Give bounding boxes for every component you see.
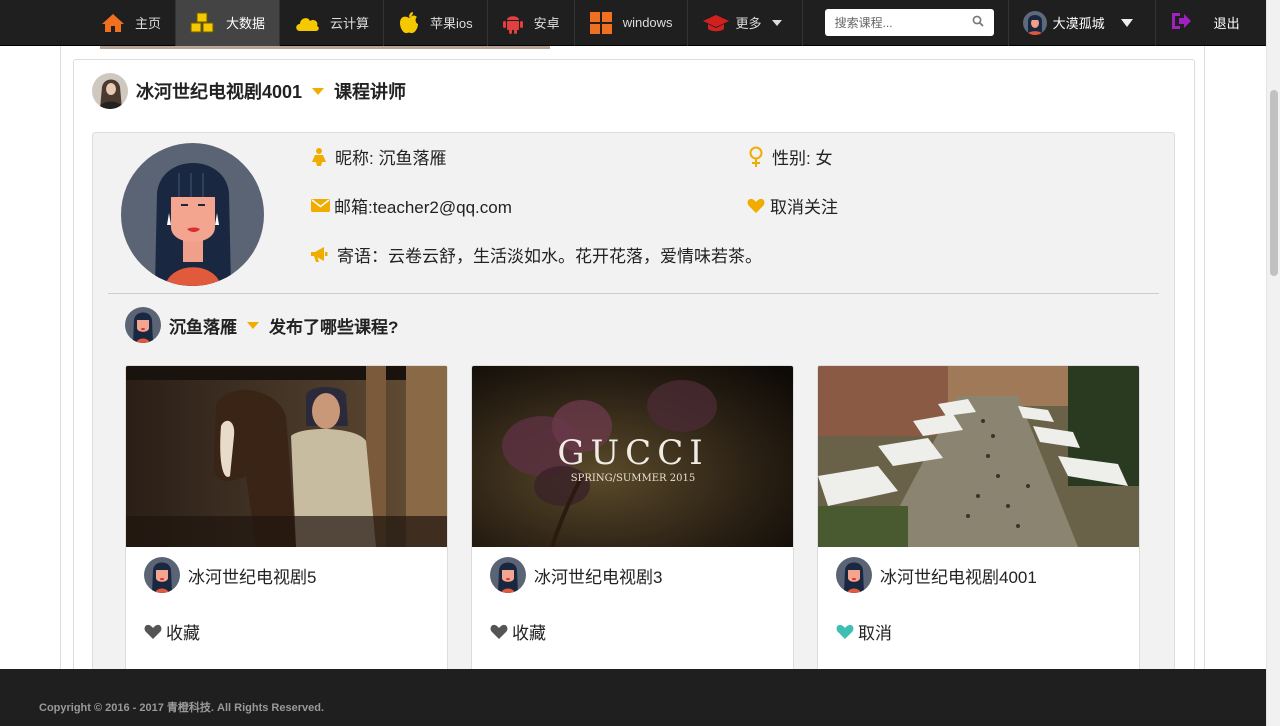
chevron-down-icon xyxy=(771,19,782,26)
course-title: 冰河世纪电视剧4001 xyxy=(136,82,303,102)
envelope-icon xyxy=(311,198,330,213)
apple-icon xyxy=(398,11,420,35)
heart-icon xyxy=(144,624,162,640)
thumb-title: GUCCI xyxy=(557,433,708,473)
teacher-name: 沉鱼落雁 xyxy=(169,317,237,337)
course-meta: 冰河世纪电视剧5 xyxy=(144,557,316,593)
course-avatar xyxy=(92,73,128,109)
course-title[interactable]: 冰河世纪电视剧4001 xyxy=(880,563,1037,588)
course-card[interactable]: 冰河世纪电视剧5 收藏 xyxy=(125,365,448,685)
search-icon[interactable] xyxy=(972,14,984,32)
thumb-subtitle: SPRING/SUMMER 2015 xyxy=(571,473,695,484)
teacher-gender: 性别: 女 xyxy=(748,144,832,169)
graduation-cap-icon xyxy=(702,13,730,33)
search-box xyxy=(824,9,994,36)
nav-item-label: 云计算 xyxy=(330,16,370,31)
divider xyxy=(108,293,1159,294)
search-input[interactable] xyxy=(834,15,972,30)
heart-icon xyxy=(747,198,765,214)
windows-icon xyxy=(589,11,613,35)
nav-item-label: 安卓 xyxy=(533,16,560,31)
course-thumbnail[interactable] xyxy=(818,366,1139,547)
course-card[interactable]: GUCCI SPRING/SUMMER 2015 冰河世纪电视剧3 收藏 xyxy=(471,365,794,685)
avatar xyxy=(125,307,161,343)
teacher-nickname: 昵称: 沉鱼落雁 xyxy=(311,144,446,169)
banner-edge xyxy=(100,46,550,49)
heart-icon xyxy=(490,624,508,640)
page-scrollbar[interactable] xyxy=(1266,0,1280,726)
published-question: 发布了哪些课程? xyxy=(269,317,399,337)
heart-icon xyxy=(836,624,854,640)
user-name: 大漠孤城 xyxy=(1052,16,1105,31)
avatar xyxy=(144,557,180,593)
published-header: 沉鱼落雁 发布了哪些课程? xyxy=(125,307,398,343)
gender-text: 性别: 女 xyxy=(772,149,833,168)
copyright-text: Copyright © 2016 - 2017 青橙科技. All Rights… xyxy=(39,702,325,714)
nav-item-label: windows xyxy=(622,15,673,30)
nav-item-bigdata[interactable]: 大数据 xyxy=(176,0,281,46)
avatar xyxy=(490,557,526,593)
caret-down-icon[interactable] xyxy=(247,321,259,329)
unfavorite-button[interactable]: 取消 xyxy=(836,619,892,644)
nav-item-android[interactable]: 安卓 xyxy=(488,0,575,46)
course-card[interactable]: 冰河世纪电视剧4001 取消 xyxy=(817,365,1140,685)
user-menu[interactable]: 大漠孤城 xyxy=(1007,0,1133,46)
email-text: 邮箱:teacher2@qq.com xyxy=(334,198,512,217)
nickname-text: 昵称: 沉鱼落雁 xyxy=(335,149,447,168)
nav-item-home[interactable]: 主页 xyxy=(0,0,177,46)
nav-item-label: 苹果ios xyxy=(430,16,473,31)
nav-item-label: 大数据 xyxy=(226,16,266,31)
course-header: 冰河世纪电视剧4001 课程讲师 xyxy=(92,73,406,109)
follow-text: 取消关注 xyxy=(770,198,838,217)
teacher-email: 邮箱:teacher2@qq.com xyxy=(311,193,512,218)
favorite-label: 收藏 xyxy=(166,624,200,643)
course-subtitle: 课程讲师 xyxy=(334,82,407,102)
caret-down-icon[interactable] xyxy=(312,87,325,95)
nav-item-label: 主页 xyxy=(135,16,162,31)
logout-button[interactable]: 退出 xyxy=(1154,0,1240,46)
course-meta: 冰河世纪电视剧4001 xyxy=(836,557,1037,593)
avatar xyxy=(1022,10,1047,35)
top-navbar: 主页 大数据 云计算 苹果ios 安卓 windows 更多 搜索课程... 大… xyxy=(0,0,1266,46)
chevron-down-icon xyxy=(1120,18,1133,27)
course-meta: 冰河世纪电视剧3 xyxy=(490,557,662,593)
sign-out-icon xyxy=(1170,11,1192,34)
favorite-button[interactable]: 收藏 xyxy=(490,619,546,644)
motto-text: 寄语：云卷云舒，生活淡如水。花开花落，爱情味若茶。 xyxy=(337,247,762,266)
scrollbar-thumb[interactable] xyxy=(1270,90,1278,276)
female-user-icon xyxy=(311,147,327,167)
android-icon xyxy=(502,11,524,35)
course-title[interactable]: 冰河世纪电视剧3 xyxy=(534,563,662,588)
course-title[interactable]: 冰河世纪电视剧5 xyxy=(188,563,316,588)
teacher-avatar xyxy=(121,143,264,286)
course-thumbnail[interactable]: GUCCI SPRING/SUMMER 2015 xyxy=(472,366,793,547)
course-thumbnail[interactable] xyxy=(126,366,447,547)
cloud-icon xyxy=(294,14,320,32)
home-icon xyxy=(101,13,125,33)
teacher-motto: 寄语：云卷云舒，生活淡如水。花开花落，爱情味若茶。 xyxy=(310,242,762,267)
cubes-icon xyxy=(190,12,216,34)
logout-label: 退出 xyxy=(1213,16,1240,31)
nav-item-windows[interactable]: windows xyxy=(575,0,688,46)
nav-item-label: 更多 xyxy=(735,16,762,31)
avatar xyxy=(836,557,872,593)
unfollow-button[interactable]: 取消关注 xyxy=(747,193,838,218)
nav-item-ios[interactable]: 苹果ios xyxy=(384,0,488,46)
favorite-label: 收藏 xyxy=(512,624,546,643)
favorite-button[interactable]: 收藏 xyxy=(144,619,200,644)
venus-icon xyxy=(748,146,764,168)
nav-item-cloud[interactable]: 云计算 xyxy=(280,0,385,46)
footer: Copyright © 2016 - 2017 青橙科技. All Rights… xyxy=(0,669,1266,726)
bullhorn-icon xyxy=(310,246,328,264)
favorite-label: 取消 xyxy=(858,624,892,643)
nav-item-more[interactable]: 更多 xyxy=(688,0,803,46)
